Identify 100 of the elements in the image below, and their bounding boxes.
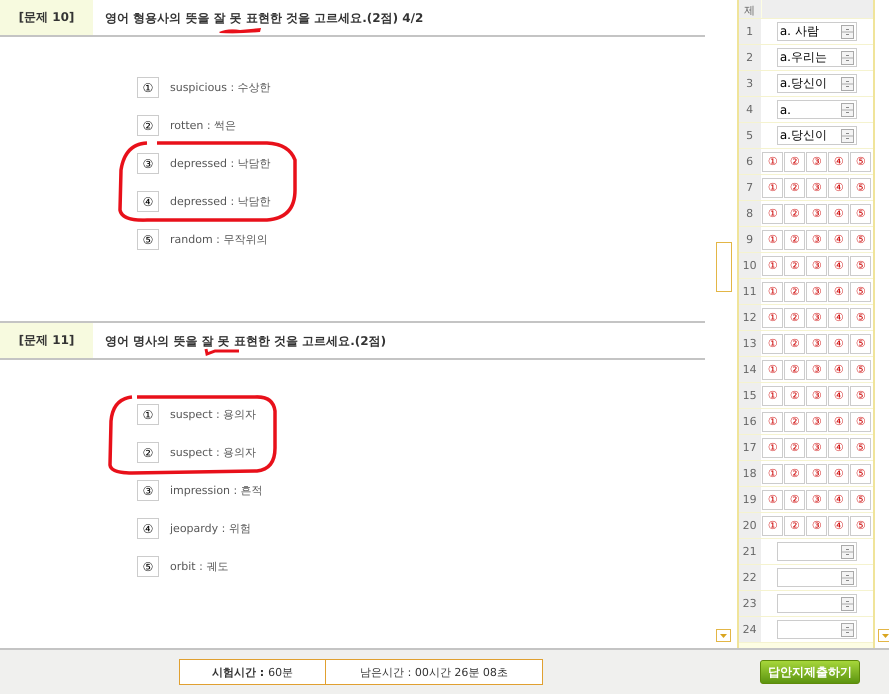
choice-button[interactable]: ② (784, 516, 806, 536)
option-button[interactable]: ④ (137, 518, 159, 539)
option-button[interactable]: ④ (137, 191, 159, 212)
choice-button[interactable]: ① (762, 256, 784, 276)
choice-button[interactable]: ④ (828, 412, 850, 432)
choice-button[interactable]: ⑤ (850, 516, 872, 536)
spinner-icon[interactable] (840, 50, 854, 64)
choice-button[interactable]: ④ (828, 204, 850, 224)
choice-button[interactable]: ⑤ (850, 308, 872, 328)
spinner-icon[interactable] (840, 570, 854, 584)
choice-button[interactable]: ④ (828, 152, 850, 172)
choice-button[interactable]: ② (784, 282, 806, 302)
choice-button[interactable]: ④ (828, 490, 850, 510)
choice-button[interactable]: ① (762, 438, 784, 458)
answer-field[interactable]: a. (776, 100, 857, 119)
option-button[interactable]: ⑤ (137, 229, 159, 250)
choice-button[interactable]: ③ (806, 386, 828, 406)
choice-button[interactable]: ② (784, 386, 806, 406)
spinner-icon[interactable] (840, 596, 854, 610)
option-button[interactable]: ③ (137, 153, 159, 174)
choice-button[interactable]: ③ (806, 412, 828, 432)
choice-button[interactable]: ① (762, 308, 784, 328)
choice-button[interactable]: ⑤ (850, 204, 872, 224)
choice-button[interactable]: ⑤ (850, 490, 872, 510)
answer-field[interactable] (776, 594, 857, 613)
choice-button[interactable]: ① (762, 152, 784, 172)
answer-field[interactable] (776, 542, 857, 561)
choice-button[interactable]: ④ (828, 360, 850, 380)
choice-button[interactable]: ⑤ (850, 464, 872, 484)
choice-button[interactable]: ③ (806, 282, 828, 302)
choice-button[interactable]: ② (784, 152, 806, 172)
spinner-icon[interactable] (840, 128, 854, 142)
choice-button[interactable]: ④ (828, 464, 850, 484)
choice-button[interactable]: ③ (806, 334, 828, 354)
choice-button[interactable]: ⑤ (850, 438, 872, 458)
choice-button[interactable]: ⑤ (850, 412, 872, 432)
choice-button[interactable]: ② (784, 334, 806, 354)
choice-button[interactable]: ④ (828, 230, 850, 250)
choice-button[interactable]: ⑤ (850, 230, 872, 250)
choice-button[interactable]: ① (762, 412, 784, 432)
choice-button[interactable]: ② (784, 490, 806, 510)
choice-button[interactable]: ④ (828, 438, 850, 458)
scroll-thumb[interactable] (716, 242, 732, 292)
choice-button[interactable]: ③ (806, 438, 828, 458)
choice-button[interactable]: ② (784, 204, 806, 224)
choice-button[interactable]: ① (762, 464, 784, 484)
choice-button[interactable]: ① (762, 360, 784, 380)
answer-field[interactable]: a.당신이 (776, 74, 857, 93)
choice-button[interactable]: ⑤ (850, 334, 872, 354)
answer-field[interactable] (776, 568, 857, 587)
choice-button[interactable]: ③ (806, 256, 828, 276)
choice-button[interactable]: ② (784, 464, 806, 484)
option-button[interactable]: ① (137, 77, 159, 98)
choice-button[interactable]: ⑤ (850, 282, 872, 302)
choice-button[interactable]: ⑤ (850, 386, 872, 406)
choice-button[interactable]: ① (762, 334, 784, 354)
choice-button[interactable]: ④ (828, 178, 850, 198)
spinner-icon[interactable] (840, 102, 854, 116)
option-button[interactable]: ① (137, 404, 159, 425)
answer-field[interactable] (776, 620, 857, 639)
choice-button[interactable]: ① (762, 282, 784, 302)
choice-button[interactable]: ⑤ (850, 152, 872, 172)
choice-button[interactable]: ④ (828, 308, 850, 328)
choice-button[interactable]: ② (784, 360, 806, 380)
choice-button[interactable]: ④ (828, 256, 850, 276)
choice-button[interactable]: ② (784, 438, 806, 458)
choice-button[interactable]: ③ (806, 464, 828, 484)
choice-button[interactable]: ③ (806, 230, 828, 250)
choice-button[interactable]: ⑤ (850, 360, 872, 380)
option-button[interactable]: ② (137, 115, 159, 136)
choice-button[interactable]: ① (762, 490, 784, 510)
choice-button[interactable]: ④ (828, 334, 850, 354)
choice-button[interactable]: ① (762, 516, 784, 536)
option-button[interactable]: ③ (137, 480, 159, 501)
choice-button[interactable]: ② (784, 308, 806, 328)
choice-button[interactable]: ② (784, 230, 806, 250)
choice-button[interactable]: ① (762, 230, 784, 250)
scroll-down-icon[interactable] (716, 629, 731, 642)
choice-button[interactable]: ① (762, 178, 784, 198)
choice-button[interactable]: ③ (806, 516, 828, 536)
choice-button[interactable]: ④ (828, 386, 850, 406)
choice-button[interactable]: ② (784, 178, 806, 198)
option-button[interactable]: ⑤ (137, 556, 159, 577)
choice-button[interactable]: ③ (806, 360, 828, 380)
choice-button[interactable]: ④ (828, 516, 850, 536)
option-button[interactable]: ② (137, 442, 159, 463)
choice-button[interactable]: ③ (806, 490, 828, 510)
spinner-icon[interactable] (840, 24, 854, 38)
answer-field[interactable]: a. 사람 (776, 22, 857, 41)
choice-button[interactable]: ② (784, 256, 806, 276)
spinner-icon[interactable] (840, 622, 854, 636)
choice-button[interactable]: ⑤ (850, 256, 872, 276)
spinner-icon[interactable] (840, 76, 854, 90)
answer-field[interactable]: a.당신이 (776, 126, 857, 145)
spinner-icon[interactable] (840, 544, 854, 558)
choice-button[interactable]: ③ (806, 204, 828, 224)
choice-button[interactable]: ① (762, 204, 784, 224)
choice-button[interactable]: ⑤ (850, 178, 872, 198)
choice-button[interactable]: ① (762, 386, 784, 406)
choice-button[interactable]: ② (784, 412, 806, 432)
